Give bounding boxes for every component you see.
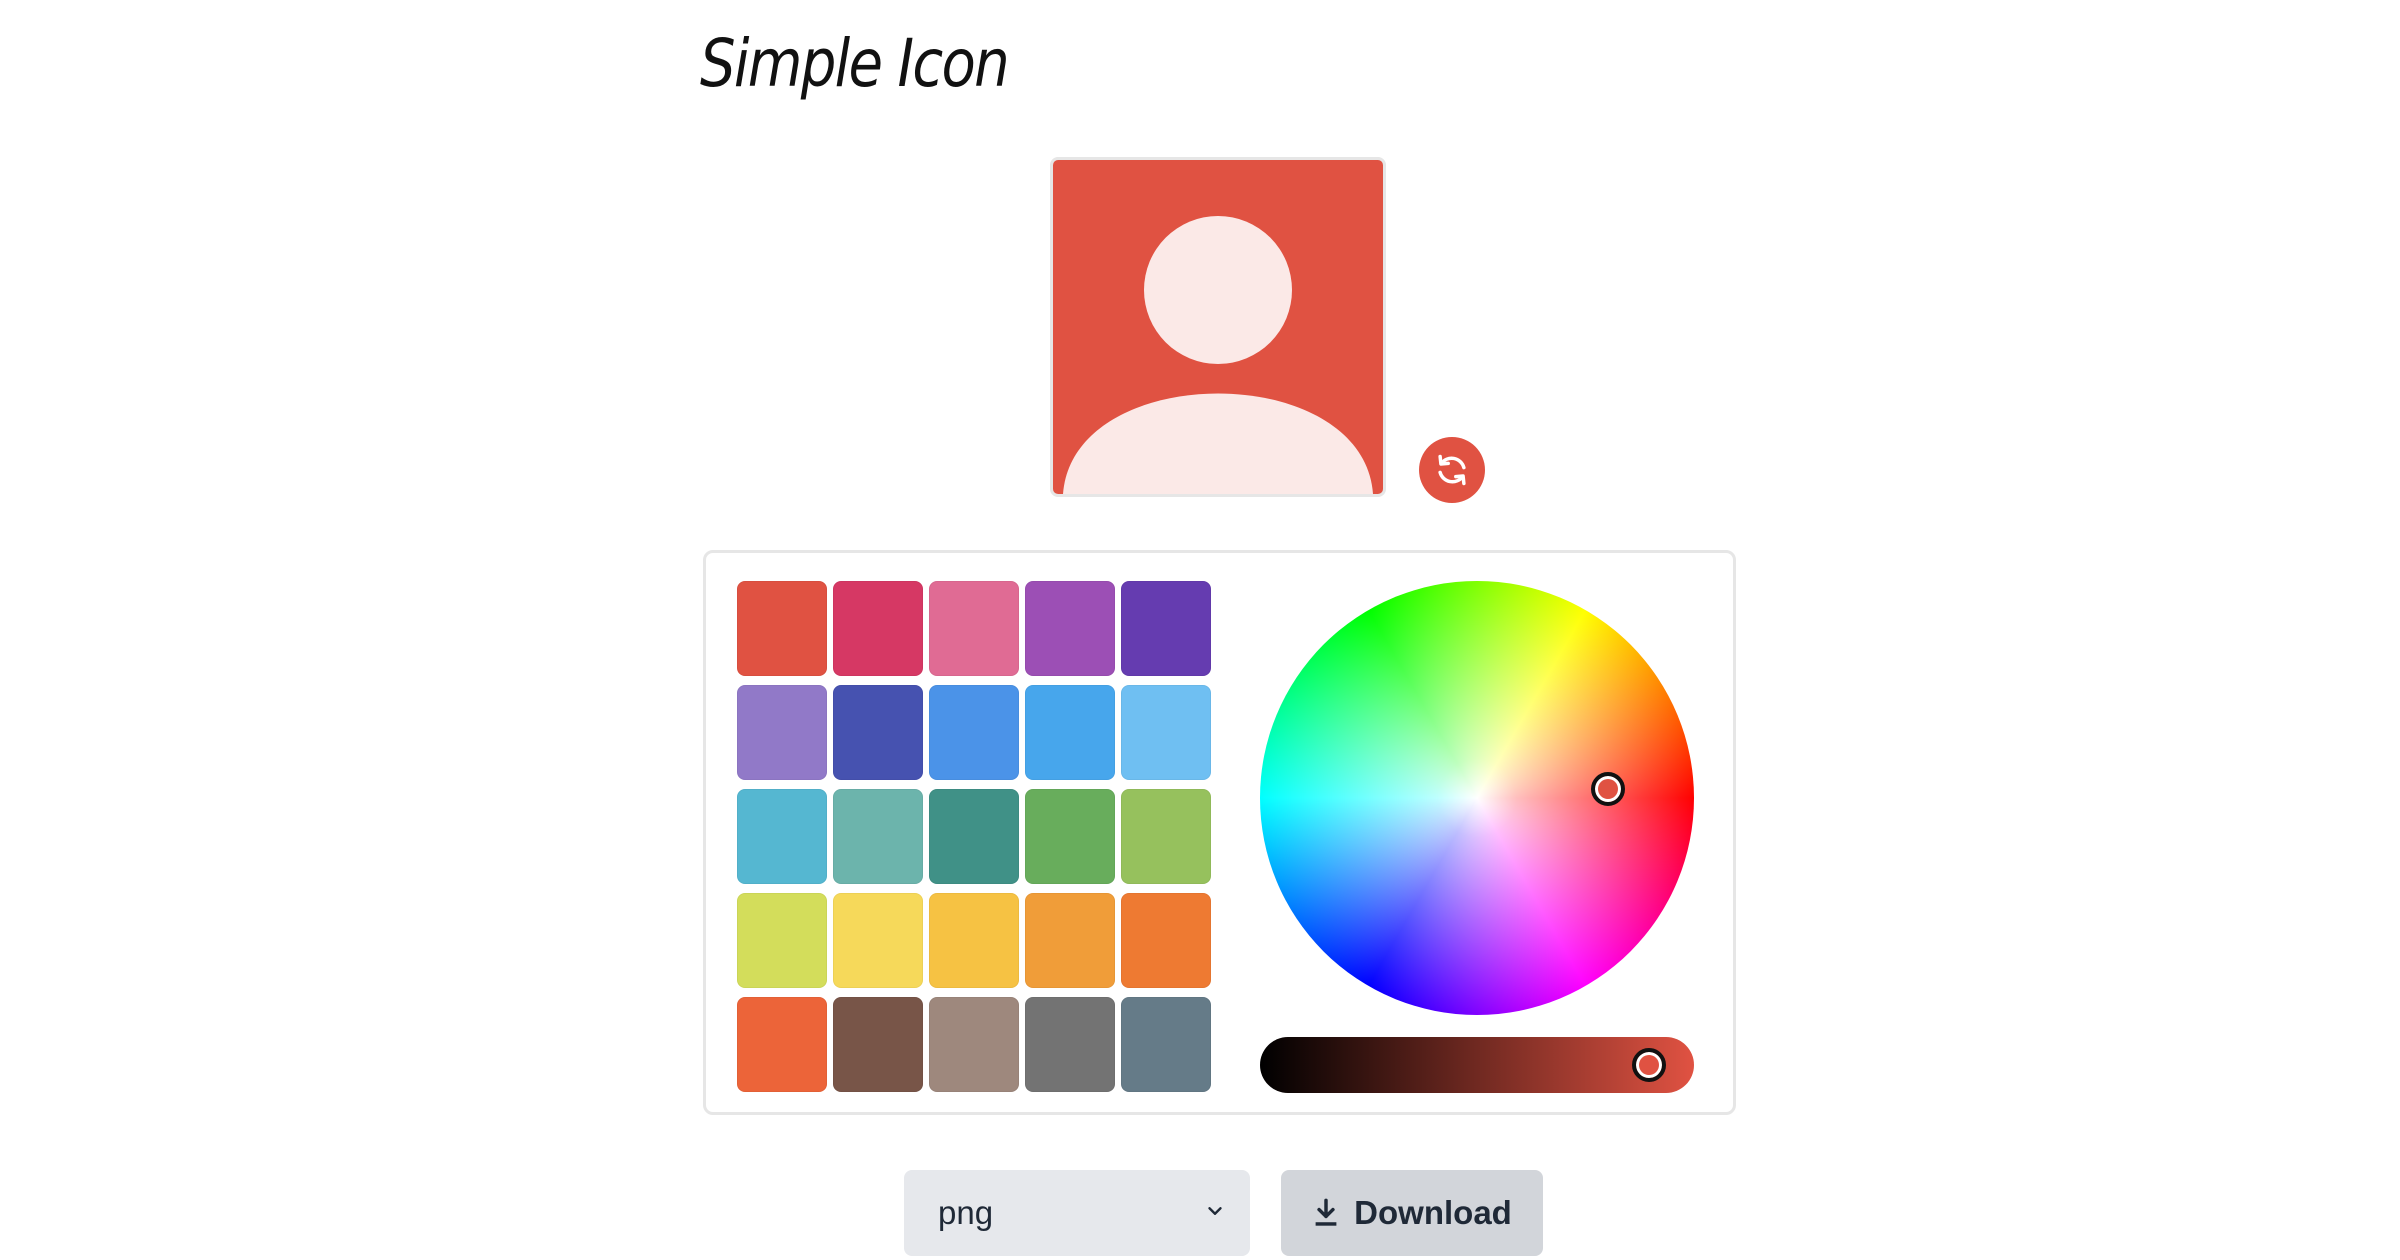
brightness-slider[interactable]: [1260, 1037, 1694, 1093]
color-wheel[interactable]: [1260, 581, 1694, 1015]
color-swatch[interactable]: [1121, 789, 1211, 884]
refresh-icon: [1438, 454, 1466, 486]
color-picker-panel: [703, 550, 1736, 1115]
color-swatch[interactable]: [737, 581, 827, 676]
color-swatch[interactable]: [1121, 997, 1211, 1092]
color-swatch[interactable]: [1025, 893, 1115, 988]
color-swatch[interactable]: [1025, 685, 1115, 780]
color-swatch[interactable]: [737, 893, 827, 988]
chevron-down-icon: [1208, 1207, 1222, 1215]
color-swatch[interactable]: [929, 893, 1019, 988]
color-swatch[interactable]: [1121, 685, 1211, 780]
color-swatch[interactable]: [737, 685, 827, 780]
color-swatch[interactable]: [929, 997, 1019, 1092]
download-icon: [1315, 1198, 1337, 1226]
color-swatch[interactable]: [929, 685, 1019, 780]
color-swatch[interactable]: [1025, 581, 1115, 676]
regenerate-button[interactable]: [1419, 437, 1485, 503]
color-swatch[interactable]: [1025, 997, 1115, 1092]
color-swatch[interactable]: [929, 581, 1019, 676]
color-swatch[interactable]: [1121, 893, 1211, 988]
format-select-value: png: [938, 1194, 994, 1231]
download-button[interactable]: Download: [1281, 1170, 1543, 1256]
color-swatch[interactable]: [737, 789, 827, 884]
color-swatch-grid: [737, 581, 1211, 1092]
color-swatch[interactable]: [929, 789, 1019, 884]
color-swatch[interactable]: [833, 685, 923, 780]
icon-preview: [1050, 157, 1386, 497]
color-swatch[interactable]: [1121, 581, 1211, 676]
color-wheel-handle[interactable]: [1591, 772, 1625, 806]
format-select[interactable]: png: [904, 1170, 1250, 1256]
color-swatch[interactable]: [833, 789, 923, 884]
color-swatch[interactable]: [833, 893, 923, 988]
brightness-slider-handle[interactable]: [1632, 1048, 1666, 1082]
person-avatar-icon: [1053, 160, 1383, 494]
color-swatch[interactable]: [737, 997, 827, 1092]
color-swatch[interactable]: [1025, 789, 1115, 884]
download-button-label: Download: [1354, 1194, 1512, 1231]
app-title: Simple Icon: [700, 25, 1010, 102]
color-swatch[interactable]: [833, 581, 923, 676]
color-swatch[interactable]: [833, 997, 923, 1092]
